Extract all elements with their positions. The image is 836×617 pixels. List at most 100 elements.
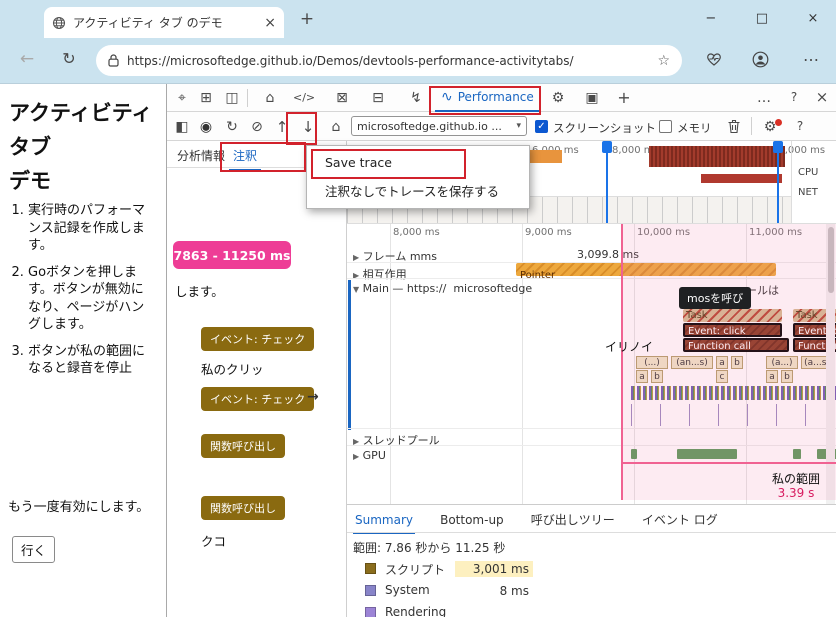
annotation-entry-chip[interactable]: 関数呼び出し — [201, 434, 285, 458]
browser-essentials-icon[interactable] — [706, 52, 722, 67]
interaction-pointer-bar[interactable]: Pointer — [516, 263, 776, 281]
tab-performance[interactable]: ∿ Performance — [435, 84, 540, 112]
chevron-down-icon: ▼ — [353, 285, 360, 294]
devtools-more-icon[interactable]: … — [753, 91, 775, 105]
profile-avatar[interactable] — [752, 51, 769, 68]
tab-event-log[interactable]: イベント ログ — [640, 506, 720, 533]
divider — [347, 445, 836, 446]
track-gpu[interactable]: ▶ GPU — [353, 449, 386, 462]
ruler-label: 10,000 ms — [637, 227, 691, 238]
devtools-help-icon[interactable]: ? — [783, 91, 805, 103]
js-frame-box[interactable]: (an...s) — [671, 356, 713, 369]
url-text: https://microsoftedge.github.io/Demos/de… — [127, 53, 574, 68]
tab-call-tree[interactable]: 呼び出しツリー — [529, 506, 617, 533]
clear-icon[interactable]: ⊘ — [246, 120, 268, 134]
gear-icon[interactable]: ⚙ — [547, 91, 569, 105]
tab-bottom-up[interactable]: Bottom-up — [438, 508, 506, 532]
js-frame-box[interactable]: c — [716, 370, 728, 383]
timeline-annotation-label[interactable]: イリノイ — [605, 338, 653, 355]
annotation-entry-chip[interactable]: イベント: チェック — [201, 327, 315, 351]
add-panel-icon[interactable]: + — [613, 90, 635, 106]
menu-item-save-trace[interactable]: Save trace — [307, 149, 529, 175]
memory-checkbox[interactable] — [659, 120, 672, 133]
network-icon[interactable]: ⊠ — [331, 91, 353, 105]
minimize-button[interactable]: − — [688, 0, 734, 38]
minimap-right-handle[interactable] — [777, 141, 779, 223]
origin-select[interactable]: microsoftedge.github.io ... ▾ — [351, 116, 527, 136]
tab-close-icon[interactable]: × — [264, 15, 276, 31]
minimap-meter-column: CPU NET — [791, 141, 836, 223]
js-frame-box[interactable]: a — [716, 356, 728, 369]
back-icon[interactable]: ← — [16, 51, 38, 68]
gpu-activity-bar — [793, 449, 801, 459]
net-label: NET — [798, 187, 818, 198]
function-call-bar[interactable]: Function call — [683, 338, 789, 352]
record-icon[interactable]: ◉ — [195, 120, 217, 134]
perf-help-icon[interactable]: ? — [789, 120, 811, 132]
window-close-button[interactable]: × — [790, 0, 836, 38]
chevron-right-icon: ▶ — [353, 452, 360, 461]
reload-record-icon[interactable]: ↻ — [221, 120, 243, 134]
go-button[interactable]: 行く — [12, 536, 56, 563]
legend-label: スクリプト — [385, 563, 446, 577]
legend-swatch — [365, 607, 376, 617]
live-metrics-home-icon[interactable]: ⌂ — [325, 120, 347, 134]
js-frame-label: b — [734, 358, 740, 368]
browser-tab[interactable]: アクティビティ タブ のデモ × — [44, 7, 284, 38]
favorite-star-icon[interactable]: ☆ — [657, 53, 670, 69]
load-profile-icon[interactable]: ↑ — [271, 120, 293, 135]
devtools-close-icon[interactable]: × — [811, 90, 833, 105]
settings-more-icon[interactable]: … — [800, 48, 822, 64]
js-frame-box[interactable]: b — [781, 370, 793, 383]
annotation-note: します。 — [175, 284, 224, 299]
address-bar[interactable]: https://microsoftedge.github.io/Demos/de… — [96, 45, 682, 76]
layout-panel-icon[interactable]: ◫ — [221, 91, 243, 105]
notification-dot — [775, 119, 782, 126]
refresh-icon[interactable]: ↻ — [58, 51, 80, 67]
list-item: ボタンが私の範囲になると録音を停止 — [28, 343, 156, 378]
js-frame-box[interactable]: b — [651, 370, 663, 383]
sidebar-toggle-icon[interactable]: ◧ — [171, 120, 193, 134]
performance-toolbar: ◧ ◉ ↻ ⊘ ↑ ↓ ⌂ microsoftedge.github.io ..… — [167, 112, 836, 141]
inspect-icon[interactable]: ⌖ — [171, 91, 193, 105]
divider — [347, 428, 836, 429]
js-frame-box[interactable]: (a...) — [766, 356, 798, 369]
scrollbar-thumb[interactable] — [827, 227, 834, 293]
js-frame-box[interactable]: a — [636, 370, 648, 383]
trash-icon[interactable] — [727, 119, 741, 134]
tab-summary[interactable]: Summary — [353, 508, 415, 534]
maximize-button[interactable]: □ — [739, 0, 785, 38]
sources-icon[interactable]: </> — [293, 92, 315, 103]
track-interactions[interactable]: ▶ 相互作用 — [353, 266, 407, 282]
annotation-range-badge[interactable]: 7863 - 11250 ms — [173, 241, 291, 269]
screenshots-checkbox[interactable]: ✓ — [535, 120, 548, 133]
task-bar-label: Task — [686, 310, 708, 321]
js-frame-box[interactable]: (...) — [636, 356, 668, 369]
new-tab-button[interactable]: + — [296, 11, 318, 28]
menu-item-save-without-annotations[interactable]: 注釈なしでトレースを保存する — [307, 177, 529, 203]
js-frame-label: (a...) — [771, 358, 793, 368]
welcome-home-icon[interactable]: ⌂ — [259, 91, 281, 105]
annotation-entry-chip[interactable]: 関数呼び出し — [201, 496, 285, 520]
minimap-left-grip[interactable] — [602, 141, 612, 153]
js-frame-label: b — [784, 372, 790, 382]
save-profile-icon[interactable]: ↓ — [297, 120, 319, 135]
minimap-cpu-activity — [649, 146, 785, 167]
task-bar[interactable]: Task — [683, 309, 782, 322]
minimap-right-grip[interactable] — [773, 141, 783, 153]
js-frame-box[interactable]: b — [731, 356, 743, 369]
legend-swatch — [365, 585, 376, 596]
timeline-flamechart[interactable]: 8,000 ms 9,000 ms 10,000 ms 11,000 ms ▶ … — [347, 224, 836, 504]
lighthouse-icon[interactable]: ↯ — [405, 91, 427, 105]
devtools-tab-bar: ⌖ ⊞ ◫ ⌂ </> ⊠ ⊟ ↯ ∿ Performance ⚙ ▣ + … … — [167, 84, 836, 112]
device-toolbar-icon[interactable]: ⊞ — [195, 91, 217, 105]
more-panels-icon[interactable]: ▣ — [581, 91, 603, 105]
minimap-left-handle[interactable] — [606, 141, 608, 223]
application-icon[interactable]: ⊟ — [367, 91, 389, 105]
js-frame-box[interactable]: a — [766, 370, 778, 383]
track-main[interactable]: ▼ Main — https:// microsoftedge — [353, 282, 532, 295]
divider — [751, 117, 752, 135]
tab-insights[interactable]: 分析情報 — [173, 142, 229, 169]
annotation-entry-chip[interactable]: イベント: チェック — [201, 387, 315, 411]
event-click-bar[interactable]: Event: click — [683, 323, 782, 337]
